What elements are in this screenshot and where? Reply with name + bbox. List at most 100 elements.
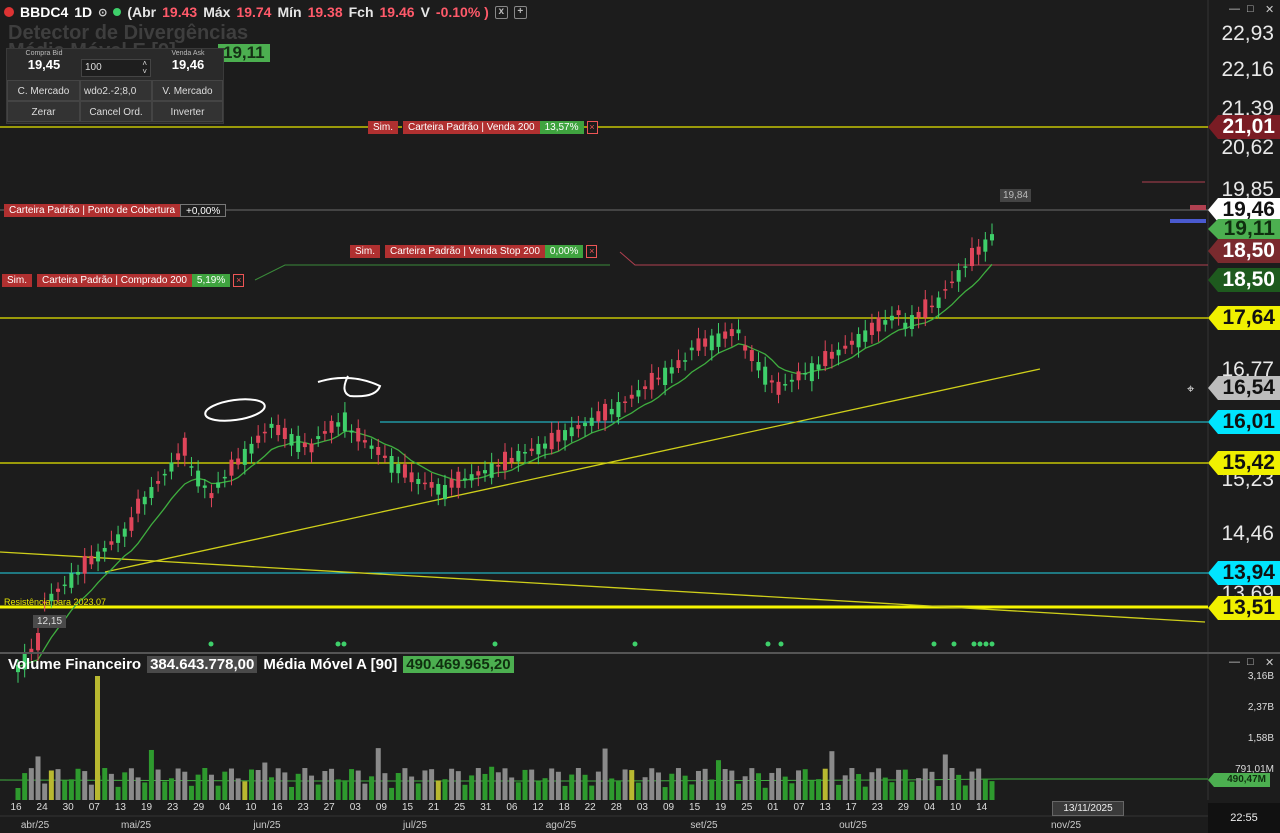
volume-bar [68, 779, 74, 800]
high-label: Máx [203, 4, 231, 20]
ask-box[interactable]: Venda Ask 19,46 [153, 50, 223, 72]
volume-ma-badge[interactable]: 490,47M [1208, 773, 1270, 787]
close-icon[interactable]: × [586, 121, 598, 134]
candle-body [116, 534, 121, 543]
pane-minimize-icon[interactable]: — [1229, 656, 1240, 668]
price-badge-cursor[interactable]: 16,54 [1208, 376, 1280, 400]
cancel-orders-button[interactable]: Cancel Ord. [80, 101, 152, 122]
candle-body [596, 411, 601, 422]
candle-body [896, 310, 901, 315]
divergence-dot [983, 641, 989, 647]
candle-body [142, 496, 147, 505]
minimize-icon[interactable]: — [1229, 3, 1240, 15]
candle-body [509, 457, 514, 463]
symbol-name[interactable]: BBDC4 [20, 4, 68, 20]
volume-bar [322, 771, 328, 800]
price-badge-15-42[interactable]: 15,42 [1208, 451, 1280, 475]
volume-bar [902, 769, 908, 800]
date-tick-label: 09 [375, 802, 387, 813]
volume-bar [115, 786, 121, 800]
close-window-icon[interactable]: ✕ [1265, 3, 1274, 16]
move-icon[interactable]: ⌖ [1187, 381, 1194, 397]
volume-bar [936, 786, 942, 800]
price-badge-13-51[interactable]: 13,51 [1208, 596, 1280, 620]
high-value: 19.74 [236, 4, 272, 20]
volume-bar [515, 782, 521, 800]
volume-bar [335, 779, 341, 800]
bought-line[interactable] [254, 264, 610, 281]
volume-bar [309, 775, 315, 800]
price-badge-21-01[interactable]: 21,01 [1208, 115, 1280, 139]
date-tick-label: 10 [950, 802, 962, 813]
candle-body [729, 329, 734, 337]
bid-value: 19,45 [27, 57, 61, 72]
date-tick-label: 23 [297, 802, 309, 813]
volume-bar [142, 782, 148, 800]
close-icon[interactable]: × [233, 274, 245, 287]
candle-body [736, 329, 741, 334]
close-icon[interactable]: x [494, 5, 508, 19]
order-pct: +0,00% [180, 204, 227, 217]
divergence-dot [341, 641, 347, 647]
chart-canvas[interactable] [0, 0, 1280, 833]
volume-bar [929, 771, 935, 800]
strategy-select[interactable]: wdo2.-2;8,0 [80, 80, 152, 101]
volume-bar [629, 770, 635, 800]
candle-body [182, 437, 187, 456]
pane-maximize-icon[interactable]: □ [1247, 656, 1254, 668]
price-badge-13-94[interactable]: 13,94 [1208, 561, 1280, 585]
stepper-icon[interactable]: ˄ ˅ [142, 60, 147, 76]
add-icon[interactable]: + [513, 5, 527, 19]
volume-bar [248, 769, 254, 800]
divergence-dot [977, 641, 983, 647]
volume-bar [675, 768, 681, 800]
candle-body [429, 482, 434, 488]
candle-body [696, 338, 701, 351]
quantity-field[interactable]: 100 ˄ ˅ [81, 59, 151, 77]
candle-body [869, 322, 874, 335]
candle-body [923, 299, 928, 318]
price-badge-sellstop[interactable]: 18,50 [1208, 239, 1280, 263]
buy-market-button[interactable]: C. Mercado [7, 80, 80, 101]
order-tag-bought[interactable]: Sim. Carteira Padrão | Comprado 200 5,19… [2, 274, 245, 287]
sell-market-button[interactable]: V. Mercado [152, 80, 223, 101]
volume-bar [235, 778, 241, 800]
candle-body [62, 584, 67, 587]
zero-button[interactable]: Zerar [7, 101, 80, 122]
resistance-trendline[interactable] [0, 551, 1206, 623]
bid-box[interactable]: Compra Bid 19,45 [9, 50, 79, 72]
order-tag-sellstop[interactable]: Sim. Carteira Padrão | Venda Stop 200 0,… [350, 245, 598, 258]
symbol-icon [4, 7, 14, 17]
low-marker-label: 12,15 [33, 615, 67, 628]
volume-bar [609, 778, 615, 800]
volume-bar [82, 771, 88, 800]
pane-close-icon[interactable]: ✕ [1265, 656, 1274, 669]
price-badge-last[interactable]: 19,46 [1208, 198, 1280, 222]
candle-body [843, 345, 848, 349]
volume-bar [742, 776, 748, 800]
settings-icon[interactable]: ⊙ [98, 6, 107, 19]
order-tag-sell200[interactable]: Sim. Carteira Padrão | Venda 200 13,57% … [368, 121, 598, 134]
maximize-icon[interactable]: □ [1247, 3, 1254, 15]
volume-bar [862, 786, 868, 800]
price-axis-label: 22,16 [1221, 58, 1274, 81]
date-tick-label: 30 [62, 802, 74, 813]
candle-body [156, 480, 161, 484]
order-tag-coverage[interactable]: Carteira Padrão | Ponto de Cobertura +0,… [4, 204, 227, 217]
volume-bar [896, 769, 902, 800]
volume-bar [562, 785, 568, 800]
price-badge-16-01[interactable]: 16,01 [1208, 410, 1280, 434]
price-badge-bought[interactable]: 18,50 [1208, 268, 1280, 292]
price-badge-17-64[interactable]: 17,64 [1208, 306, 1280, 330]
low-value: 19.38 [307, 4, 343, 20]
close-icon[interactable]: × [586, 245, 598, 258]
sell-stop-line[interactable] [619, 251, 1208, 266]
price-badge-ma[interactable]: 19,11 [1208, 219, 1280, 239]
invert-button[interactable]: Inverter [152, 101, 223, 122]
volume-bar [495, 772, 501, 800]
volume-bar [182, 771, 188, 800]
timeframe[interactable]: 1D [74, 4, 92, 20]
var-label: V [420, 4, 430, 20]
order-name: Carteira Padrão | Comprado 200 [36, 274, 192, 287]
volume-bar [175, 768, 181, 800]
